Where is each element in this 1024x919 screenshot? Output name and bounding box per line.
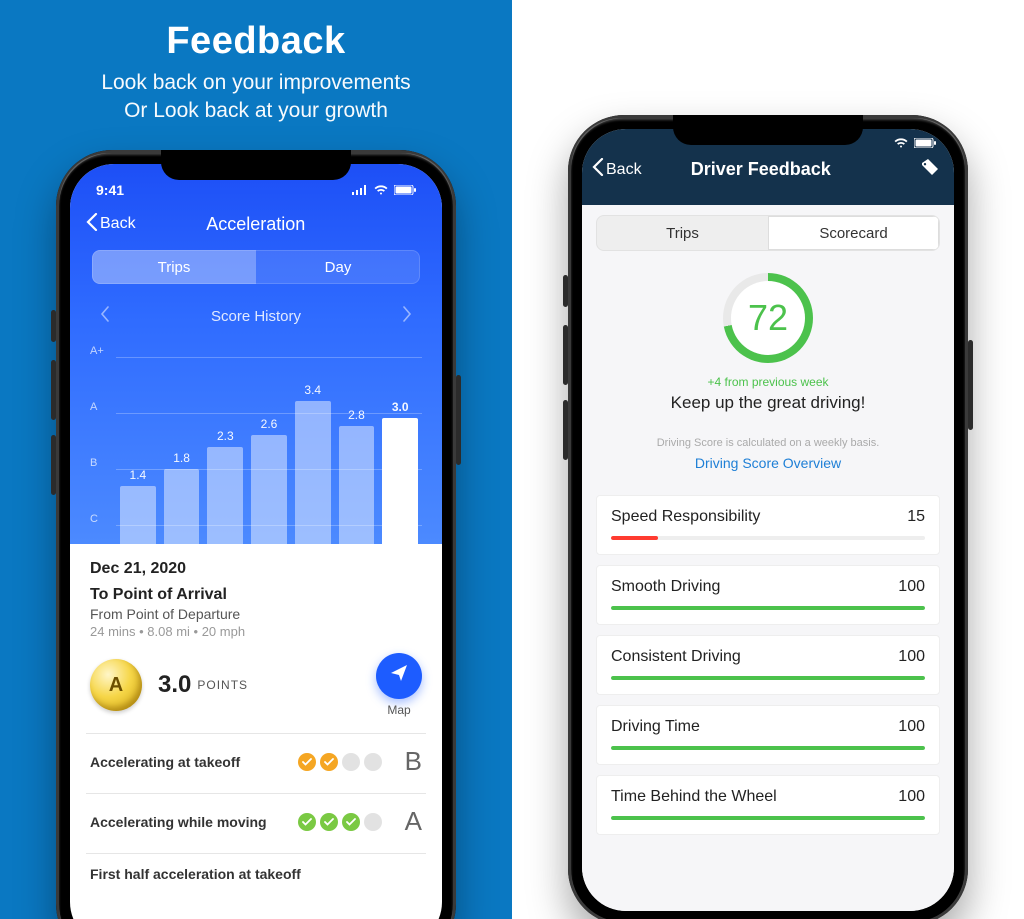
right-panel: Back Driver Feedback Trips Scorecard [512, 0, 1024, 919]
bar-value-label: 1.8 [173, 451, 190, 465]
metric-card[interactable]: Time Behind the Wheel 100 [596, 775, 940, 835]
rating-dot [298, 813, 316, 831]
metric-card[interactable]: Speed Responsibility 15 [596, 495, 940, 555]
phone-frame-right: Back Driver Feedback Trips Scorecard [568, 115, 968, 919]
score-delta: +4 from previous week [596, 375, 940, 389]
nav-title: Acceleration [86, 214, 426, 235]
metric-row: Accelerating at takeoff B [90, 746, 422, 777]
rating-dot [298, 753, 316, 771]
score-gauge: 72 [723, 273, 813, 363]
history-title: Score History [211, 308, 301, 325]
bar-value-label: 3.4 [304, 383, 321, 397]
screen-left: 9:41 Back Acceleration [70, 164, 442, 919]
metric-name: Accelerating at takeoff [90, 754, 240, 770]
chart-bar[interactable]: 1.4 [120, 468, 156, 546]
metric-name: Smooth Driving [611, 578, 720, 596]
wifi-icon [894, 137, 908, 151]
rating-dot [364, 813, 382, 831]
chart-bar[interactable]: 3.0 [382, 400, 418, 546]
metric-name: Consistent Driving [611, 648, 741, 666]
nav-title: Driver Feedback [602, 159, 920, 180]
tag-icon[interactable] [920, 157, 940, 182]
rating-dot [342, 813, 360, 831]
segment-trips[interactable]: Trips [92, 250, 256, 284]
signal-icon [352, 182, 368, 198]
left-panel: Feedback Look back on your improvements … [0, 0, 512, 919]
bar-value-label: 2.3 [217, 429, 234, 443]
segment-scorecard[interactable]: Scorecard [768, 216, 939, 250]
metric-value: 15 [907, 508, 925, 526]
metric-card[interactable]: Consistent Driving 100 [596, 635, 940, 695]
chart-bar[interactable]: 2.3 [207, 429, 243, 545]
history-next-button[interactable] [396, 302, 418, 331]
map-button[interactable]: Map [376, 653, 422, 717]
metric-name: Accelerating while moving [90, 814, 267, 830]
metric-progress [611, 606, 925, 610]
location-arrow-icon [389, 663, 409, 689]
trip-meta: 24 mins • 8.08 mi • 20 mph [90, 624, 422, 639]
bar-value-label: 3.0 [392, 400, 409, 414]
chart-bar[interactable]: 1.8 [164, 451, 200, 546]
hero-text: Feedback Look back on your improvements … [0, 0, 512, 126]
metric-card[interactable]: Driving Time 100 [596, 705, 940, 765]
segment-day[interactable]: Day [256, 250, 420, 284]
trip-card: Dec 21, 2020 To Point of Arrival From Po… [70, 544, 442, 904]
points-label: POINTS [197, 678, 248, 692]
metric-name: Time Behind the Wheel [611, 788, 777, 806]
gauge-value: 72 [731, 281, 805, 355]
battery-icon [914, 137, 936, 151]
rating-dots [298, 753, 382, 771]
hero-title: Feedback [0, 20, 512, 63]
chart-y-axis: A+ A B C [90, 345, 114, 545]
metric-value: 100 [898, 648, 925, 666]
history-prev-button[interactable] [94, 302, 116, 331]
rating-dot [320, 753, 338, 771]
battery-icon [394, 182, 416, 198]
grade-medal-icon: A [90, 659, 142, 711]
status-bar: 9:41 [86, 178, 426, 202]
trip-date: Dec 21, 2020 [90, 560, 422, 578]
hero-subtitle: Look back on your improvements Or Look b… [0, 69, 512, 126]
rating-dot [320, 813, 338, 831]
metric-progress [611, 746, 925, 750]
metric-progress [611, 676, 925, 680]
rating-dots [298, 813, 382, 831]
metric-progress [611, 816, 925, 820]
rating-dot [364, 753, 382, 771]
metric-progress [611, 536, 925, 540]
bar-value-label: 2.6 [261, 417, 278, 431]
trip-origin: From Point of Departure [90, 606, 422, 622]
metric-value: 100 [898, 718, 925, 736]
metric-card[interactable]: Smooth Driving 100 [596, 565, 940, 625]
metric-grade: B [396, 746, 422, 777]
metric-name: Driving Time [611, 718, 700, 736]
segmented-control: Trips Day [92, 250, 420, 284]
metric-value: 100 [898, 788, 925, 806]
chart-bar[interactable]: 3.4 [295, 383, 331, 546]
score-overview-link[interactable]: Driving Score Overview [695, 455, 841, 471]
score-history-chart: A+ A B C 1.4 1.8 2.3 2.6 3.4 2.8 3.0 [90, 345, 422, 545]
trip-destination: To Point of Arrival [90, 586, 422, 604]
metric-name: First half acceleration at takeoff [90, 866, 301, 882]
rating-dot [342, 753, 360, 771]
metric-row: Accelerating while moving A [90, 806, 422, 837]
calc-note: Driving Score is calculated on a weekly … [596, 437, 940, 449]
wifi-icon [374, 182, 388, 198]
points-value: 3.0 [158, 671, 191, 699]
bar-value-label: 2.8 [348, 408, 365, 422]
segmented-control: Trips Scorecard [596, 215, 940, 251]
metric-value: 100 [898, 578, 925, 596]
metric-row: First half acceleration at takeoff [90, 866, 422, 882]
status-time: 9:41 [96, 182, 124, 198]
segment-trips[interactable]: Trips [597, 216, 768, 250]
metric-name: Speed Responsibility [611, 508, 760, 526]
chart-bar[interactable]: 2.8 [339, 408, 375, 545]
screen-right: Back Driver Feedback Trips Scorecard [582, 129, 954, 911]
phone-frame-left: 9:41 Back Acceleration [56, 150, 456, 919]
encouragement-text: Keep up the great driving! [596, 393, 940, 413]
metric-grade: A [396, 806, 422, 837]
bar-value-label: 1.4 [130, 468, 147, 482]
chart-bar[interactable]: 2.6 [251, 417, 287, 546]
